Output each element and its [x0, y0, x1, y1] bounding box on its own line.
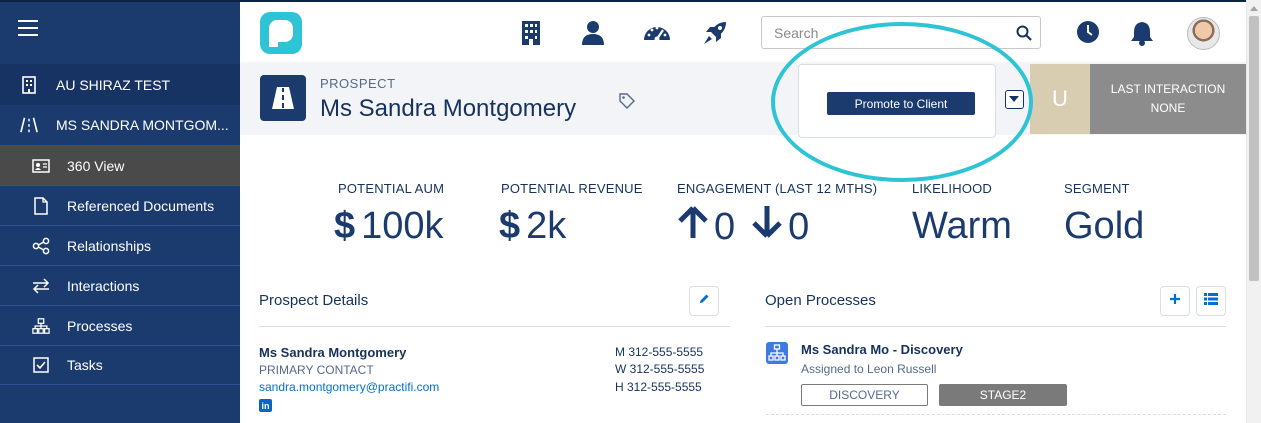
promote-panel: Promote to Client [798, 64, 996, 138]
avatar[interactable] [1187, 17, 1220, 50]
divider [765, 326, 1226, 327]
last-interaction-value: NONE [1150, 101, 1186, 115]
sidebar-item-360-view[interactable]: 360 View [0, 145, 240, 185]
contact-email-link[interactable]: sandra.montgomery@practifi.com [259, 380, 439, 394]
road-icon [20, 116, 38, 134]
phone-work: W 312-555-5555 [615, 362, 705, 376]
metric-label: ENGAGEMENT (LAST 12 MTHS) [677, 181, 878, 196]
phone-mobile: M 312-555-5555 [615, 345, 704, 359]
divider [766, 414, 1226, 415]
metric-value: Warm [912, 205, 1012, 247]
prospect-details-title: Prospect Details [259, 292, 369, 309]
search-input[interactable] [762, 17, 1002, 48]
sidebar-item-prospect[interactable]: MS SANDRA MONTGOM... [0, 105, 240, 145]
arrow-down-icon [751, 205, 783, 249]
add-process-button[interactable] [1160, 286, 1190, 316]
sidebar-item-label: Interactions [67, 277, 140, 294]
engagement-down-value: 0 [788, 205, 810, 248]
search-box [761, 16, 1041, 49]
contact-card-icon [32, 157, 50, 175]
promote-to-client-button[interactable]: Promote to Client [827, 92, 975, 115]
top-bar [240, 0, 1246, 62]
building-icon[interactable] [520, 20, 546, 46]
sidebar-item-label: Referenced Documents [67, 197, 215, 214]
currency-symbol: $ [334, 205, 356, 247]
document-icon [32, 196, 50, 215]
hamburger-menu-icon[interactable] [18, 20, 38, 36]
phone-home: H 312-555-5555 [615, 380, 702, 394]
sidebar-item-label: MS SANDRA MONTGOM... [56, 117, 229, 133]
list-icon [1204, 292, 1218, 310]
process-title-link[interactable]: Ms Sandra Mo - Discovery [801, 342, 963, 357]
bell-icon[interactable] [1130, 20, 1156, 46]
stage-badge-discovery[interactable]: DISCOVERY [801, 384, 928, 406]
sidebar-item-label: AU SHIRAZ TEST [56, 76, 171, 93]
record-header: PROSPECT Ms Sandra Montgomery Promote to… [240, 62, 1246, 138]
building-icon [20, 75, 38, 94]
person-icon[interactable] [581, 20, 607, 46]
arrow-up-icon [677, 205, 709, 249]
sidebar-item-label: Processes [67, 317, 133, 334]
list-view-button[interactable] [1196, 286, 1226, 316]
contact-role: PRIMARY CONTACT [259, 363, 374, 377]
record-type: PROSPECT [320, 76, 396, 91]
owner-initial-tile[interactable]: U [1030, 64, 1090, 134]
metric-label: POTENTIAL AUM [338, 181, 445, 196]
last-interaction-label: LAST INTERACTION [1110, 82, 1226, 96]
metric-likelihood: LIKELIHOOD Warm [912, 181, 1012, 248]
sidebar-item-interactions[interactable]: Interactions [0, 265, 240, 305]
page-title: Ms Sandra Montgomery [320, 95, 577, 122]
sidebar-item-label: 360 View [67, 157, 125, 174]
linkedin-icon[interactable]: in [259, 399, 272, 412]
pencil-icon [698, 292, 710, 310]
edit-button[interactable] [689, 286, 719, 316]
metric-value: 100k [361, 205, 444, 247]
process-assignee: Assigned to Leon Russell [801, 362, 937, 376]
app-logo[interactable] [260, 12, 302, 54]
sidebar-item-processes[interactable]: Processes [0, 305, 240, 345]
plus-icon [1169, 292, 1181, 310]
sidebar-item-label: Tasks [67, 357, 103, 373]
engagement-up-value: 0 [714, 205, 736, 248]
metric-label: POTENTIAL REVENUE [501, 181, 643, 196]
sidebar-item-relationships[interactable]: Relationships [0, 225, 240, 265]
more-actions-dropdown-icon[interactable] [1005, 90, 1024, 109]
metric-label: LIKELIHOOD [912, 181, 993, 196]
scrollbar-thumb[interactable] [1249, 16, 1259, 281]
page-scrollbar[interactable] [1246, 0, 1261, 423]
metric-segment: SEGMENT Gold [1064, 181, 1144, 248]
metric-value: 2k [526, 205, 567, 247]
rocket-icon[interactable] [702, 20, 728, 46]
tag-icon[interactable] [618, 92, 636, 110]
sidebar-item-referenced-documents[interactable]: Referenced Documents [0, 185, 240, 225]
sidebar-item-label: Relationships [67, 237, 152, 254]
contact-name: Ms Sandra Montgomery [259, 345, 407, 360]
last-interaction-tile: LAST INTERACTION NONE [1090, 64, 1246, 134]
dashboard-icon[interactable] [642, 20, 672, 46]
clock-icon[interactable] [1076, 20, 1102, 46]
search-icon[interactable] [1016, 25, 1032, 41]
stage-badge-current[interactable]: STAGE2 [939, 384, 1067, 406]
open-processes-title: Open Processes [765, 292, 876, 309]
metric-potential-aum: POTENTIAL AUM $ 100k [334, 181, 445, 248]
currency-symbol: $ [499, 205, 521, 247]
metric-label: SEGMENT [1064, 181, 1130, 196]
scroll-up-arrow-icon[interactable] [1250, 6, 1258, 11]
hierarchy-icon [32, 317, 50, 335]
divider [259, 326, 730, 327]
sidebar: AU SHIRAZ TEST MS SANDRA MONTGOM... 360 … [0, 0, 240, 423]
sidebar-item-client[interactable]: AU SHIRAZ TEST [0, 64, 240, 105]
road-icon [260, 75, 306, 121]
share-icon [32, 237, 50, 255]
checkbox-icon [32, 356, 50, 374]
metric-engagement: ENGAGEMENT (LAST 12 MTHS) 0 0 [677, 181, 877, 249]
metric-value: Gold [1064, 205, 1145, 247]
metric-potential-revenue: POTENTIAL REVENUE $ 2k [499, 181, 643, 248]
exchange-icon [32, 277, 50, 295]
process-icon [766, 342, 788, 364]
sidebar-item-tasks[interactable]: Tasks [0, 345, 240, 385]
sidebar-top [0, 2, 240, 63]
